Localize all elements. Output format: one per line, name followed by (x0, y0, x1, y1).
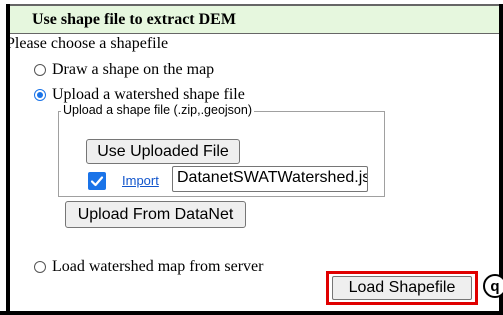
panel-title: Use shape file to extract DEM (10, 4, 499, 34)
radio-option-draw[interactable]: Draw a shape on the map (34, 61, 214, 79)
radio-upload-label: Upload a watershed shape file (52, 86, 245, 103)
radio-server-button[interactable] (34, 261, 46, 273)
radio-server-label: Load watershed map from server (52, 258, 264, 275)
load-shapefile-button[interactable]: Load Shapefile (332, 276, 472, 300)
radio-draw-button[interactable] (34, 64, 46, 76)
upload-group-legend: Upload a shape file (.zip,.geojson) (61, 103, 255, 117)
load-shapefile-highlight: Load Shapefile (326, 271, 478, 305)
use-uploaded-file-button[interactable]: Use Uploaded File (86, 139, 240, 164)
choose-shapefile-prompt: Please choose a shapefile (6, 35, 169, 52)
file-name-field[interactable]: DatanetSWATWatershed.json (172, 166, 368, 192)
radio-upload-button[interactable] (34, 89, 46, 101)
radio-option-upload[interactable]: Upload a watershed shape file (34, 86, 245, 104)
import-checkbox[interactable] (88, 172, 106, 190)
import-link[interactable]: Import (122, 173, 159, 188)
radio-draw-label: Draw a shape on the map (52, 61, 215, 78)
radio-option-server[interactable]: Load watershed map from server (34, 258, 263, 276)
checkmark-icon (90, 176, 104, 187)
annotation-badge: q (483, 274, 503, 298)
upload-from-datanet-button[interactable]: Upload From DataNet (65, 201, 246, 228)
panel-bottom-border (0, 311, 503, 315)
